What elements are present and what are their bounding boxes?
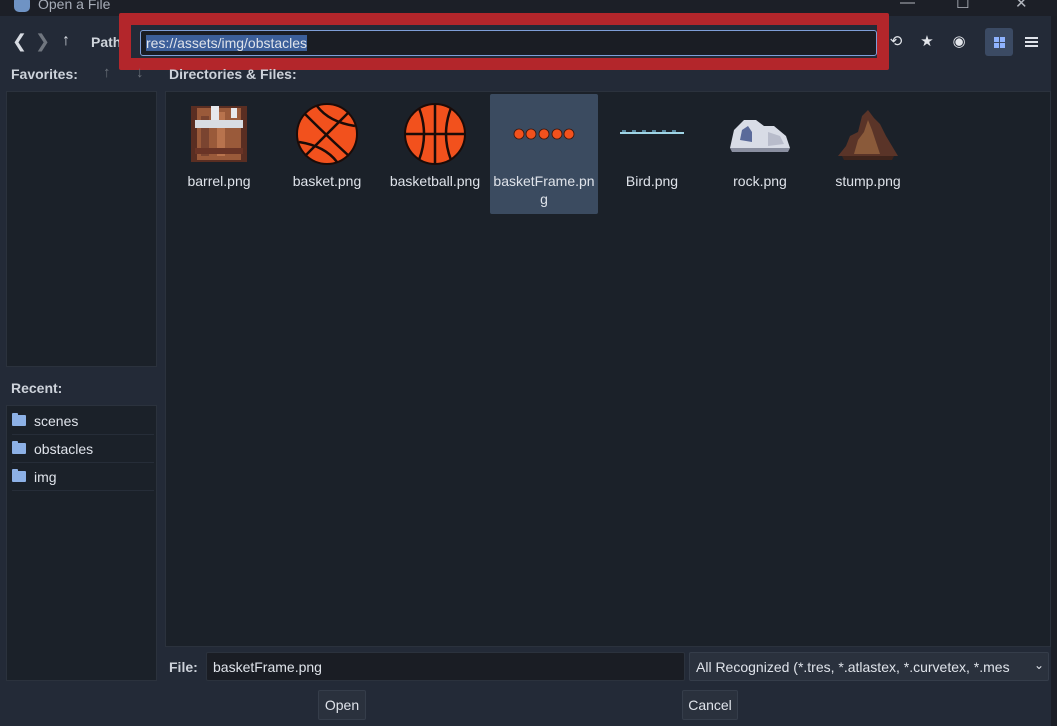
close-button[interactable]: ✕ [1015, 0, 1028, 12]
file-item-basketframe[interactable]: basketFrame.png [490, 94, 598, 214]
file-name: rock.png [733, 173, 787, 189]
folder-icon [12, 469, 26, 482]
show-hidden-eye-icon[interactable]: ◉ [948, 31, 970, 53]
cancel-button[interactable]: Cancel [682, 690, 738, 720]
file-item-rock[interactable]: rock.png [706, 94, 814, 214]
godot-logo-icon [14, 0, 30, 12]
files-label: Directories & Files: [169, 66, 297, 82]
path-input-value: res://assets/img/obstacles [146, 35, 308, 51]
refresh-icon[interactable]: ⟲ [885, 31, 907, 53]
file-name: barrel.png [187, 173, 251, 189]
list-view-icon [1025, 37, 1038, 48]
file-name: stump.png [835, 173, 901, 189]
favorite-star-icon[interactable]: ★ [916, 31, 938, 53]
minimize-button[interactable]: — [900, 0, 915, 11]
recent-item-img[interactable]: img [12, 463, 154, 491]
forward-button[interactable]: ❯ [35, 31, 50, 52]
recent-item-obstacles[interactable]: obstacles [12, 435, 154, 463]
path-input[interactable]: res://assets/img/obstacles [140, 30, 877, 56]
list-view-button[interactable] [1020, 31, 1042, 53]
recent-list: scenes obstacles img [6, 405, 157, 681]
barrel-thumbnail [191, 106, 247, 162]
basketframe-thumbnail [513, 128, 575, 140]
file-item-stump[interactable]: stump.png [814, 94, 922, 214]
grid-view-button[interactable] [985, 28, 1013, 56]
file-grid: barrel.png basket.png basketball.png bas… [165, 91, 1051, 647]
file-name: Bird.png [625, 173, 679, 189]
stump-thumbnail [838, 110, 898, 160]
folder-icon [12, 441, 26, 454]
file-type-filter-select[interactable]: All Recognized (*.tres, *.atlastex, *.cu… [689, 652, 1049, 681]
recent-item-label: obstacles [34, 441, 94, 457]
file-item-barrel[interactable]: barrel.png [165, 94, 273, 214]
file-name: basketball.png [389, 173, 481, 189]
folder-icon [12, 413, 26, 426]
window-edge [1051, 16, 1057, 726]
chevron-down-icon: ⌄ [1030, 658, 1044, 672]
window-title: Open a File [38, 0, 111, 12]
grid-view-icon [994, 37, 1005, 48]
file-name: basket.png [292, 173, 362, 189]
recent-item-label: scenes [34, 413, 79, 429]
recent-item-scenes[interactable]: scenes [12, 407, 154, 435]
file-name-input[interactable]: basketFrame.png [206, 652, 685, 681]
rock-thumbnail [730, 120, 790, 152]
recent-label: Recent: [11, 380, 63, 396]
open-button[interactable]: Open [318, 690, 366, 720]
file-label: File: [169, 659, 198, 675]
favorite-move-down-icon[interactable]: ↓ [136, 64, 144, 81]
go-up-button[interactable]: ↑ [62, 32, 70, 50]
back-button[interactable]: ❮ [12, 31, 27, 52]
bird-thumbnail [620, 130, 684, 134]
toolbar: ❮ ❯ ↑ Path: res://assets/img/obstacles ⟲… [0, 13, 1051, 70]
favorite-move-up-icon[interactable]: ↑ [103, 64, 111, 81]
file-item-basketball[interactable]: basketball.png [381, 94, 489, 214]
file-item-bird[interactable]: Bird.png [598, 94, 706, 214]
recent-item-label: img [34, 469, 57, 485]
file-name: basketFrame.png [493, 173, 595, 207]
filter-value: All Recognized (*.tres, *.atlastex, *.cu… [696, 659, 1010, 675]
favorites-label: Favorites: [11, 66, 78, 82]
basket-thumbnail [296, 103, 358, 165]
basketball-thumbnail [404, 103, 466, 165]
favorites-list[interactable] [6, 91, 157, 367]
maximize-button[interactable]: ☐ [956, 0, 969, 12]
file-item-basket[interactable]: basket.png [273, 94, 381, 214]
